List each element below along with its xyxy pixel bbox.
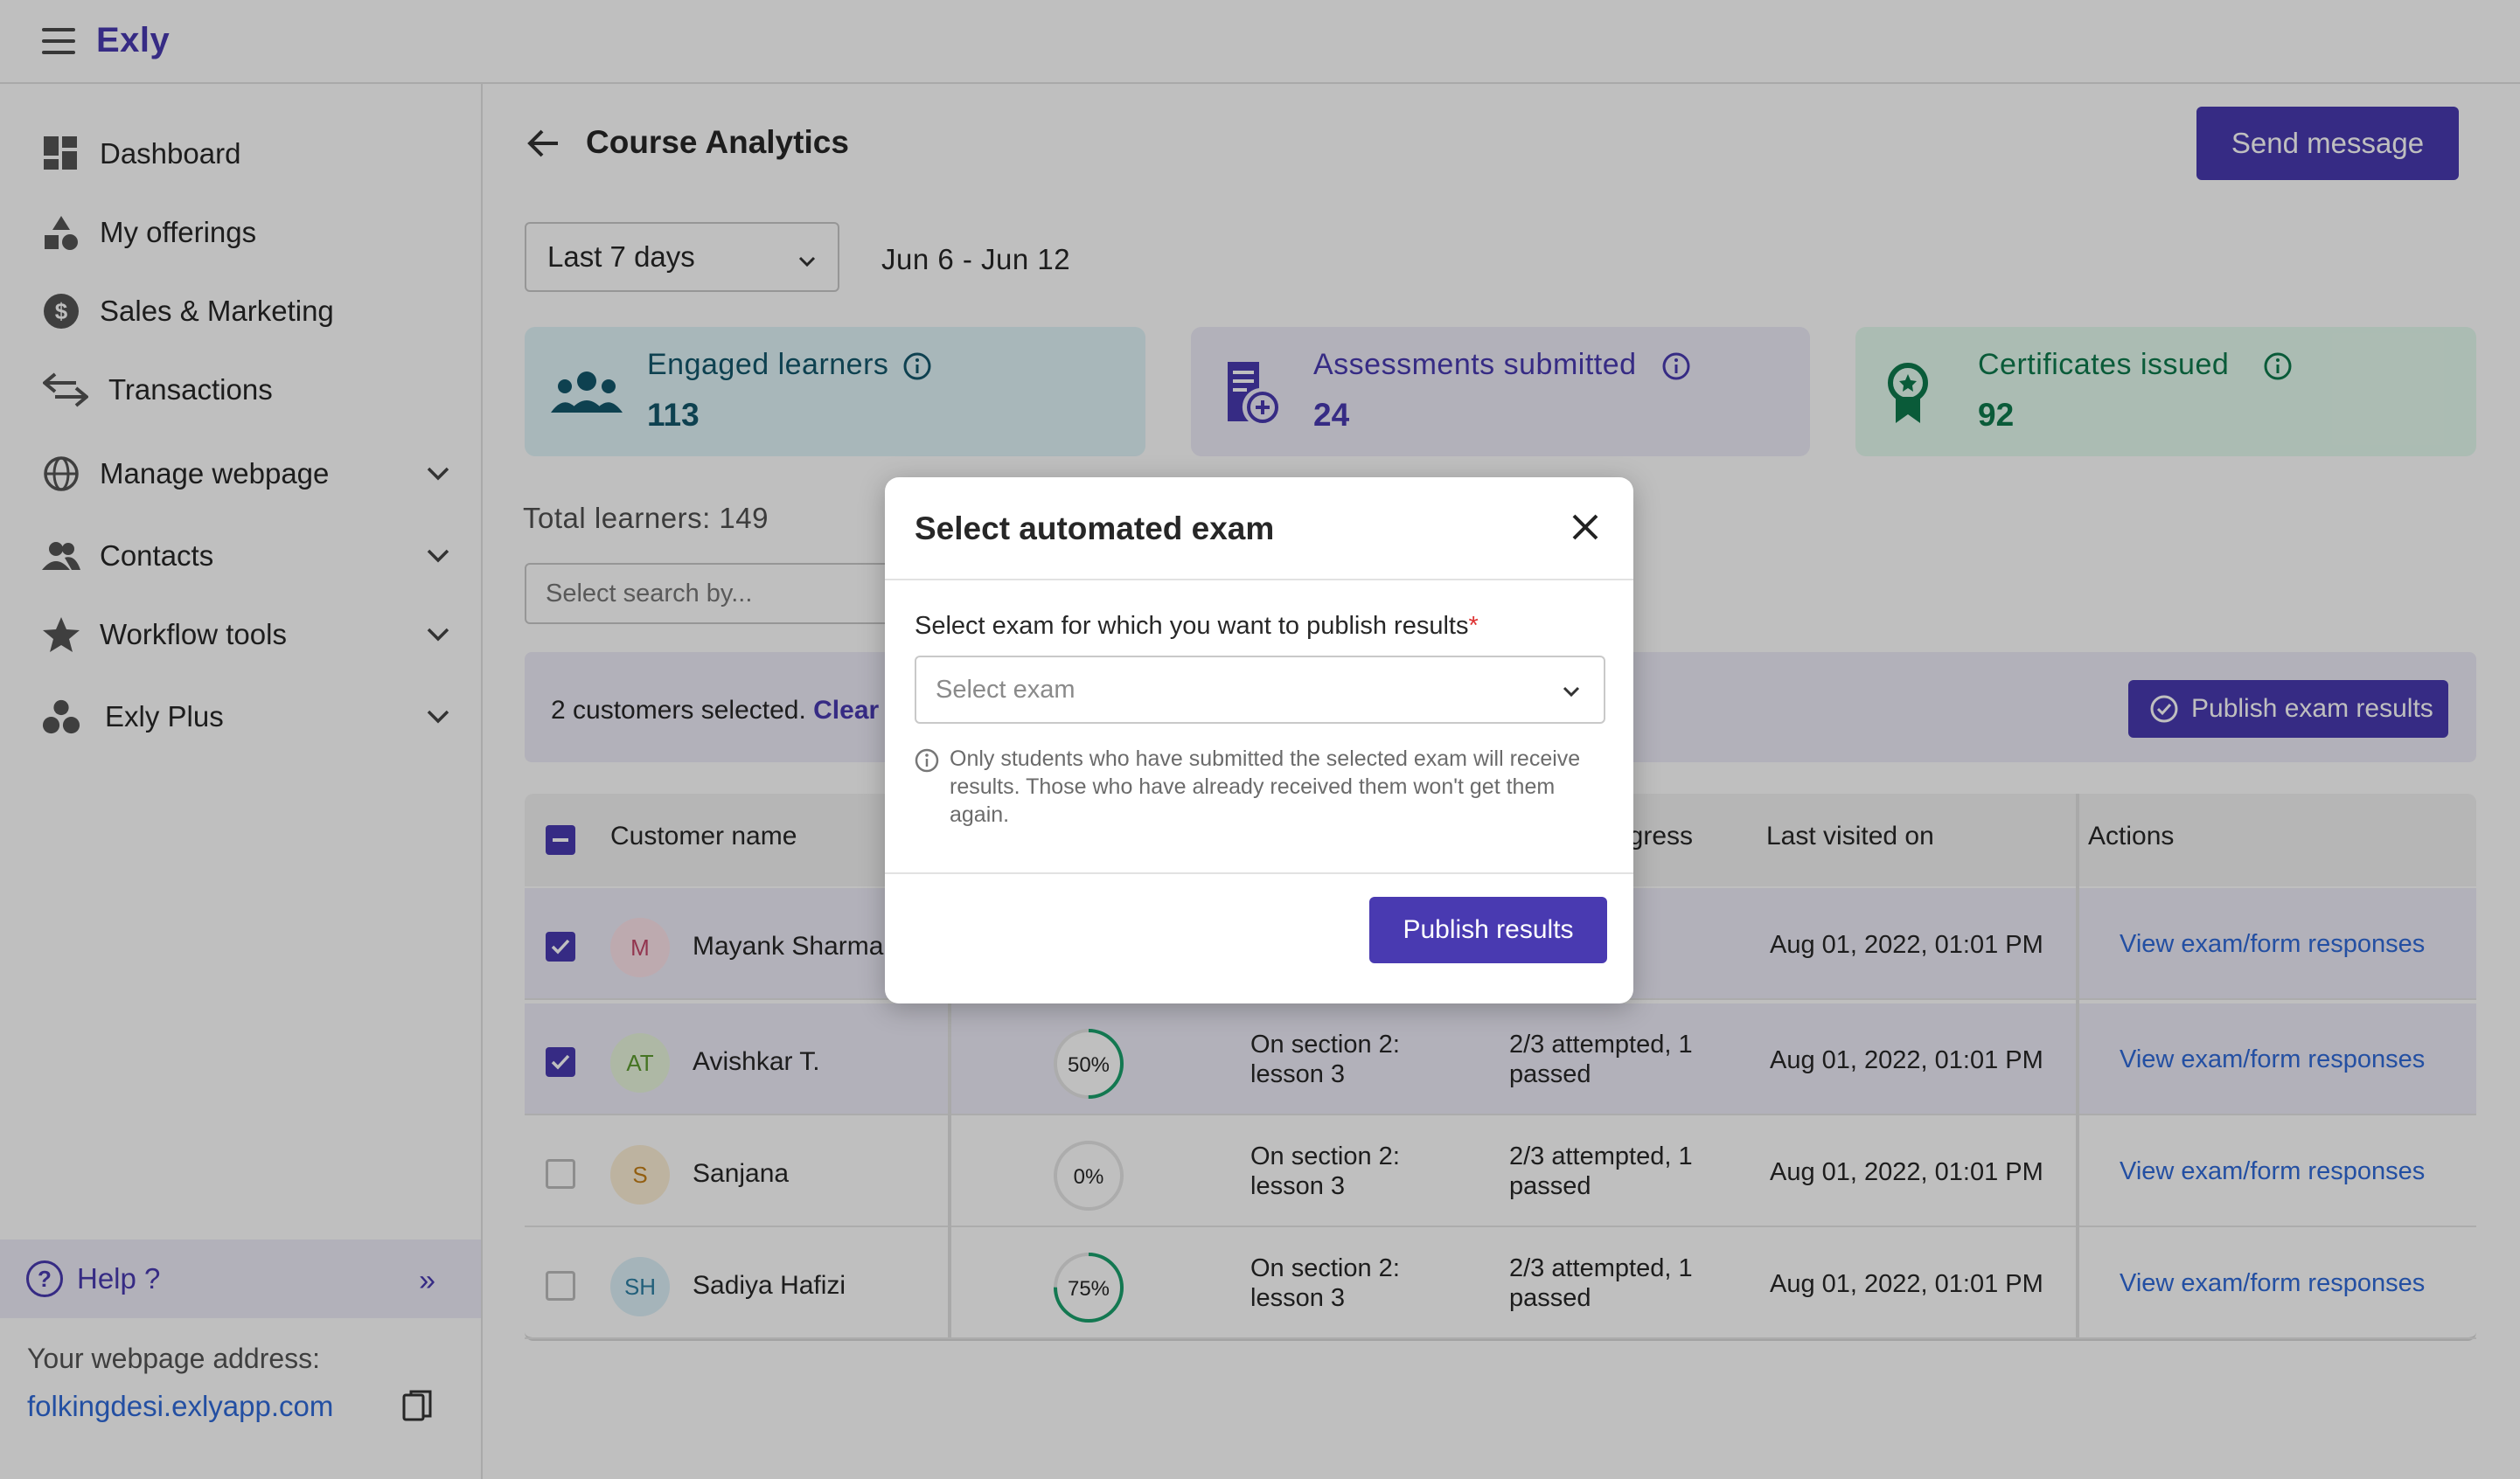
required-mark: * bbox=[1468, 612, 1479, 640]
close-icon[interactable] bbox=[1570, 512, 1600, 546]
chevron-down-icon bbox=[1560, 680, 1583, 710]
publish-results-button[interactable]: Publish results bbox=[1369, 897, 1607, 963]
dialog-hint-text: Only students who have submitted the sel… bbox=[950, 746, 1581, 827]
dialog-title: Select automated exam bbox=[915, 510, 1275, 546]
info-icon bbox=[915, 748, 939, 777]
select-exam-placeholder: Select exam bbox=[936, 675, 1076, 704]
select-exam-dropdown[interactable]: Select exam bbox=[915, 656, 1605, 724]
select-exam-dialog: Select automated exam Select exam for wh… bbox=[885, 477, 1633, 1003]
divider bbox=[885, 579, 1633, 580]
exam-field-label-text: Select exam for which you want to publis… bbox=[915, 612, 1469, 640]
divider bbox=[885, 872, 1633, 874]
exam-field-label: Select exam for which you want to publis… bbox=[915, 612, 1479, 641]
